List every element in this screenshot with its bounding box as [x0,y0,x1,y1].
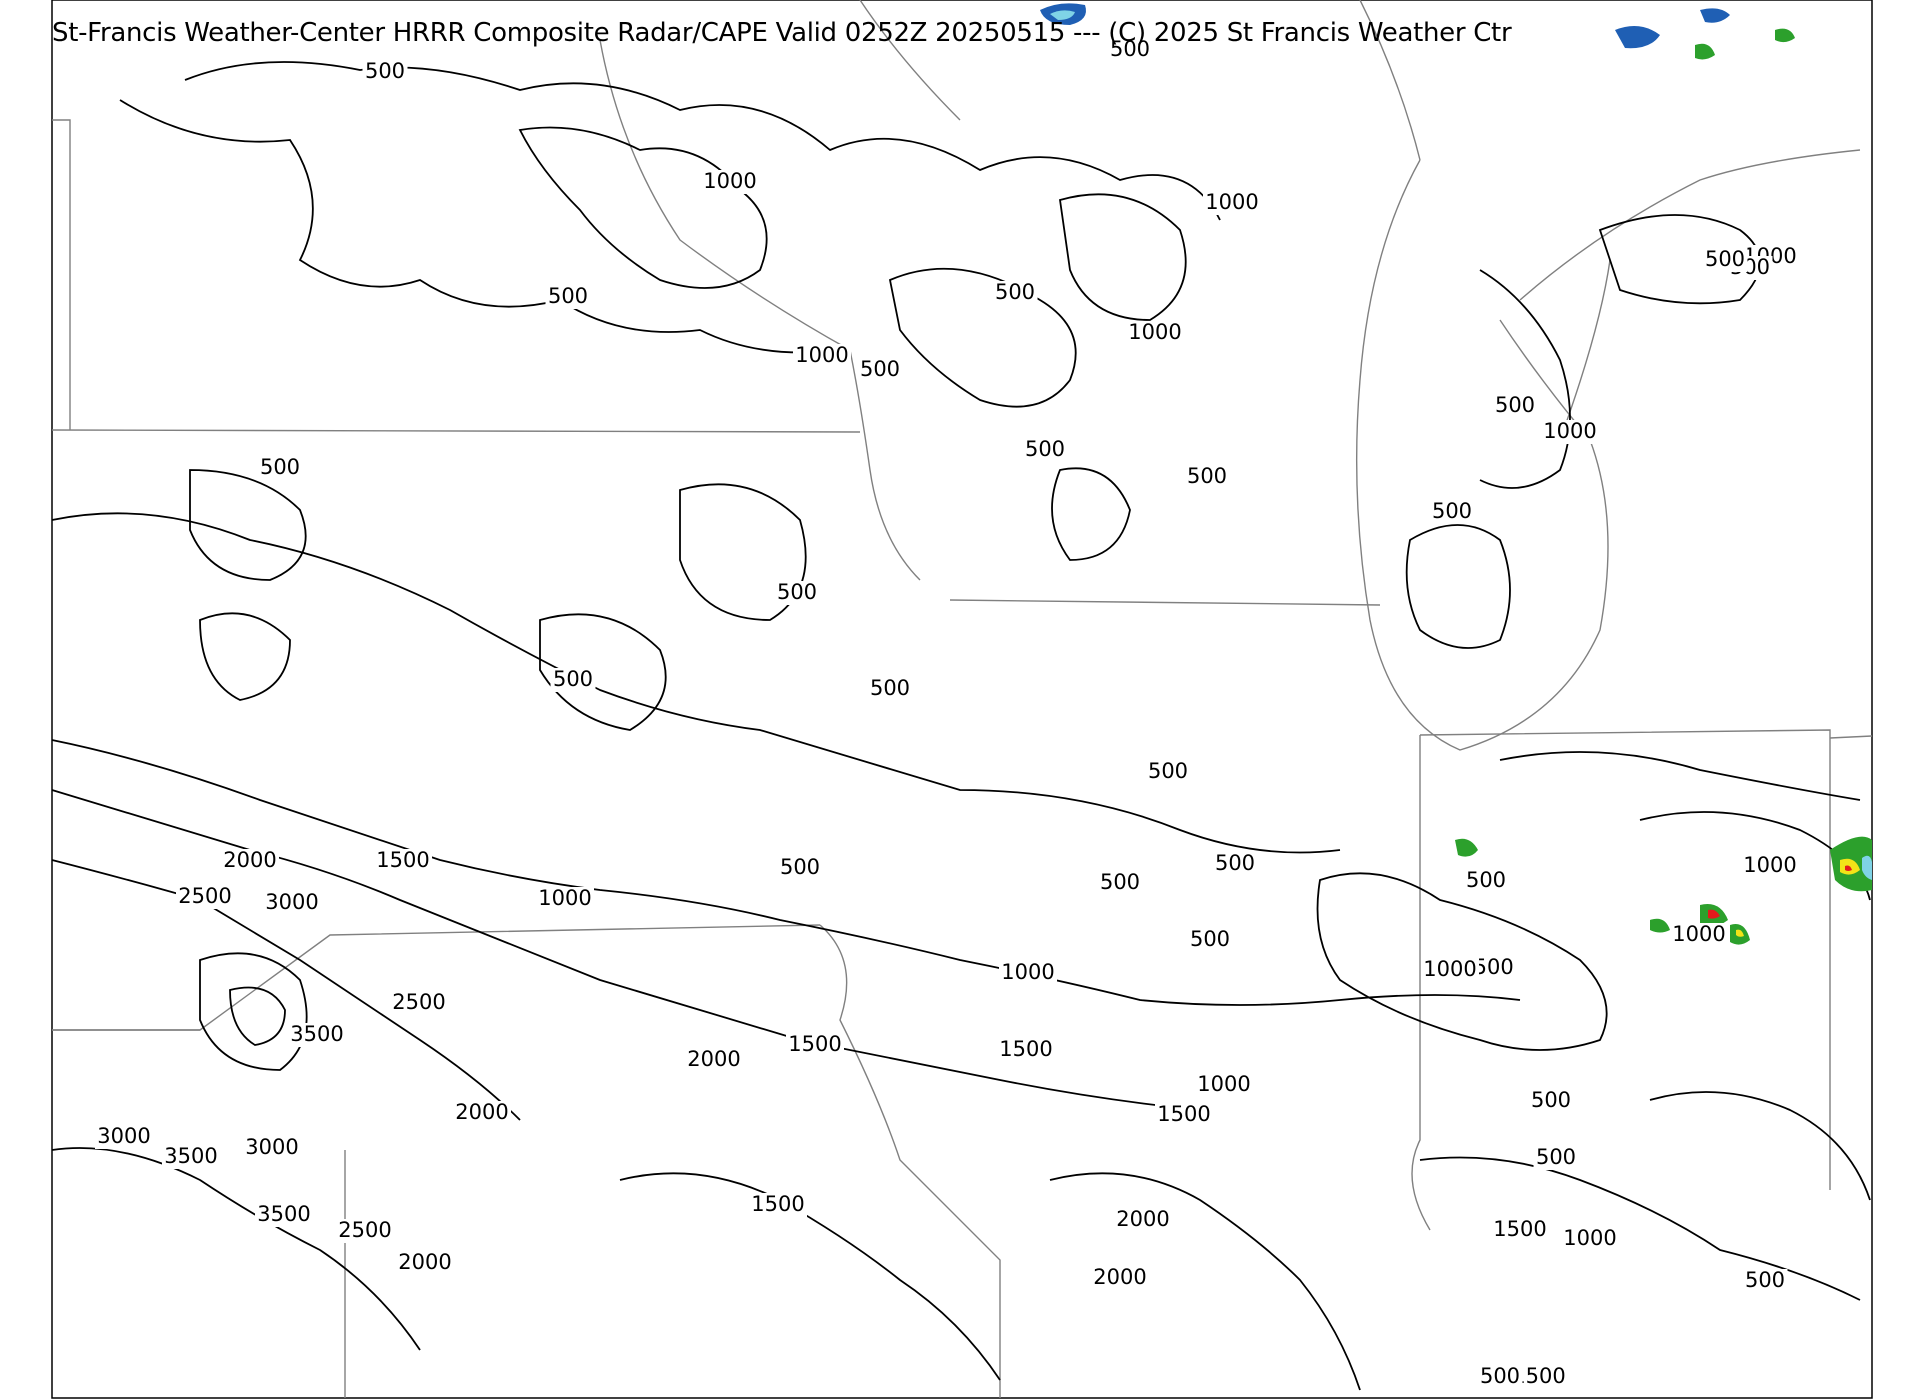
contour-label: 2000 [1116,1207,1169,1231]
contour-label: 1000 [1128,320,1181,344]
contour-label: 3500 [257,1202,310,1226]
contour-label: 500 [553,667,593,691]
contour-label: 500 [780,855,820,879]
contour-label: 1500 [376,848,429,872]
contour-label: 500 [365,59,405,83]
contour-label: 1500 [1157,1102,1210,1126]
contour-label: 500 [1705,247,1745,271]
contour-label: 3000 [97,1124,150,1148]
contour-label: 500 [1215,851,1255,875]
contour-label: 1000 [538,886,591,910]
cape-contour-map: 500 500 1000 1000 500 500 1000 1000 500 1000 500 50… [0,0,1920,1400]
contour-label: 1500 [788,1032,841,1056]
contour-label: 500 [1536,1145,1576,1169]
contour-label: 500 [1148,759,1188,783]
contour-label: 1500 [751,1192,804,1216]
contour-label: 1000 [1423,957,1476,981]
contour-label: 2000 [455,1100,508,1124]
contour-label: 500 [777,580,817,604]
contour-label: 500 [1187,464,1227,488]
contour-label: 500 [1025,437,1065,461]
contour-label: 500 [1466,868,1506,892]
contour-label: 2000 [687,1047,740,1071]
contour-label: 1500 [999,1037,1052,1061]
contour-label: 2000 [1093,1265,1146,1289]
contour-label: 1000 [1205,190,1258,214]
contour-label: 2500 [338,1218,391,1242]
contour-label: 1000 [1743,853,1796,877]
contour-label: 3500 [290,1022,343,1046]
map-title: St-Francis Weather-Center HRRR Composite… [52,18,1512,48]
contour-label: 3000 [245,1135,298,1159]
contour-label: 1000 [1001,960,1054,984]
contour-label: 3000 [265,890,318,914]
contour-label: 500 [1495,393,1535,417]
contour-label: 1000 [1543,419,1596,443]
contour-label: 500 [548,284,588,308]
contour-label: 500 [260,455,300,479]
contour-label: 2500 [178,884,231,908]
contour-label: 500 [1745,1268,1785,1292]
contour-label: 3500 [164,1144,217,1168]
contour-label: 1000 [795,343,848,367]
contour-label: 500 [860,357,900,381]
contour-label: 2000 [223,848,276,872]
contour-label: 1000 [1672,922,1725,946]
contour-label: 2500 [392,990,445,1014]
contour-label: 500 [1531,1088,1571,1112]
contour-label: 500 [1190,927,1230,951]
contour-label: 500 [995,280,1035,304]
contour-label: 1500 [1493,1217,1546,1241]
contour-label: 1000 [703,169,756,193]
contour-label: 1000 [1197,1072,1250,1096]
contour-label: 500 [870,676,910,700]
contour-label: 1000 [1563,1226,1616,1250]
contour-label: 500 [1480,1364,1520,1388]
contour-label: 500 [1100,870,1140,894]
contour-label: 500 [1432,499,1472,523]
contour-label: 2000 [398,1250,451,1274]
